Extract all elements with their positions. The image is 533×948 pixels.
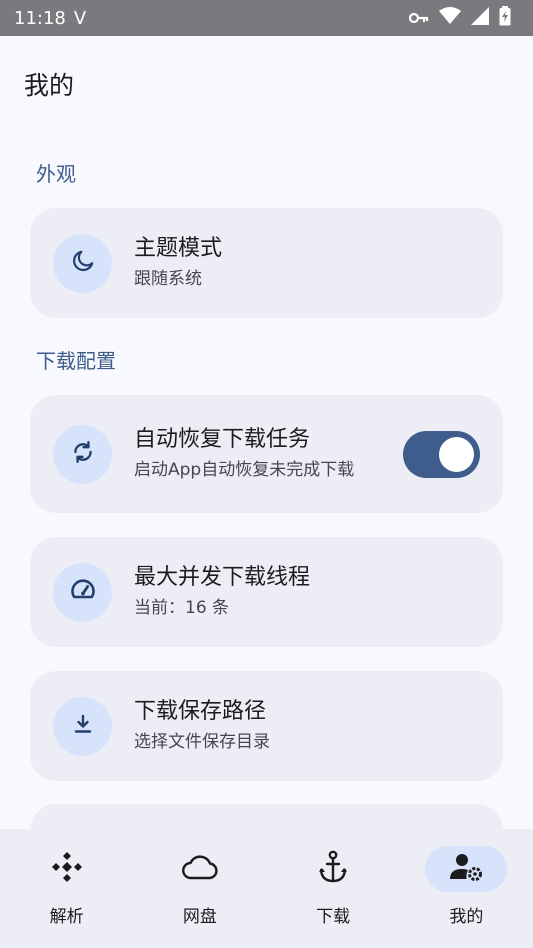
page-title: 我的: [24, 71, 75, 100]
nav-item-download[interactable]: 下载: [267, 829, 400, 948]
theme-mode-subtitle: 跟随系统: [134, 269, 202, 289]
save-path-card[interactable]: 下载保存路径 选择文件保存目录: [30, 671, 503, 781]
max-threads-icon-circle: [53, 562, 112, 622]
auto-resume-toggle[interactable]: [403, 431, 480, 478]
auto-resume-icon-circle: [53, 424, 112, 484]
sync-icon: [70, 439, 96, 469]
anchor-icon: [317, 850, 349, 888]
max-threads-subtitle: 当前：16 条: [134, 598, 230, 618]
status-time: 11:18: [14, 7, 66, 29]
auto-resume-subtitle: 启动App自动恢复未完成下载: [134, 460, 355, 480]
speedometer-icon: [69, 576, 97, 608]
save-path-icon-circle: [53, 696, 112, 756]
moon-icon: [70, 248, 96, 278]
save-path-subtitle: 选择文件保存目录: [134, 732, 270, 752]
section-appearance: 外观: [36, 162, 76, 186]
nav-label-parse: 解析: [49, 907, 84, 927]
signal-icon: [471, 7, 489, 29]
theme-mode-title: 主题模式: [134, 236, 223, 261]
nav-item-mine[interactable]: 我的: [400, 829, 533, 948]
nav-parse-icon-wrap: [26, 846, 108, 892]
user-settings-icon: [449, 852, 483, 886]
bottom-navigation: 解析 网盘 下载 我的: [0, 829, 533, 948]
wifi-icon: [439, 7, 461, 29]
auto-resume-card[interactable]: 自动恢复下载任务 启动App自动恢复未完成下载: [30, 395, 503, 513]
download-icon: [71, 712, 95, 740]
section-download-config: 下载配置: [36, 349, 116, 373]
auto-resume-title: 自动恢复下载任务: [134, 427, 311, 452]
nav-mine-icon-wrap: [425, 846, 508, 892]
carrier-glyph: V: [73, 7, 87, 29]
nav-item-cloud[interactable]: 网盘: [133, 829, 266, 948]
nav-cloud-icon-wrap: [159, 846, 241, 892]
diamond-dots-icon: [50, 850, 84, 888]
theme-mode-card[interactable]: 主题模式 跟随系统: [30, 208, 503, 318]
max-threads-title: 最大并发下载线程: [134, 565, 311, 590]
nav-label-mine: 我的: [449, 907, 484, 927]
nav-label-cloud: 网盘: [182, 907, 217, 927]
status-icons: [408, 6, 511, 30]
status-bar: 11:18 V: [0, 0, 533, 36]
status-left: 11:18 V: [14, 8, 86, 29]
battery-icon: [499, 6, 511, 30]
toggle-knob: [439, 437, 474, 472]
vpn-key-icon: [408, 9, 429, 28]
nav-item-parse[interactable]: 解析: [0, 829, 133, 948]
nav-download-icon-wrap: [292, 846, 374, 892]
save-path-title: 下载保存路径: [134, 699, 267, 724]
cloud-icon: [181, 853, 219, 885]
theme-icon-circle: [53, 233, 112, 293]
nav-label-download: 下载: [316, 907, 351, 927]
max-threads-card[interactable]: 最大并发下载线程 当前：16 条: [30, 537, 503, 647]
